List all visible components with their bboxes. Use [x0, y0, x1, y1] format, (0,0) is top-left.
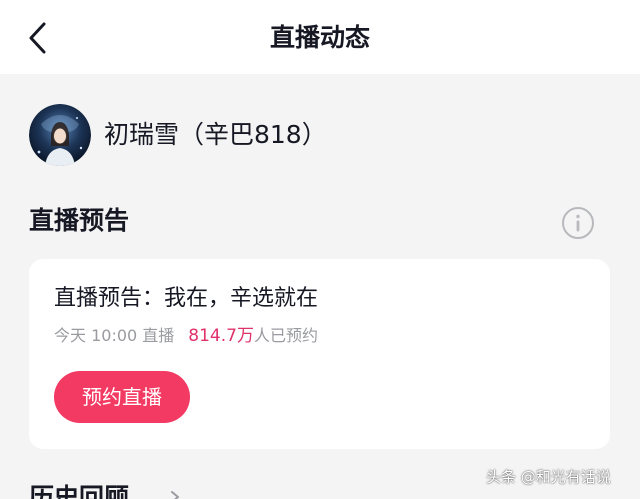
card-meta: 今天 10:00 直播 814.7万人已预约	[54, 323, 318, 349]
card-title: 直播预告：我在，辛选就在	[54, 286, 319, 311]
avatar-image	[29, 104, 91, 166]
section-title-preview: 直播预告	[29, 206, 130, 235]
profile-name[interactable]: 初瑞雪（辛巴818）	[104, 116, 327, 154]
live-preview-card: 直播预告：我在，辛选就在 今天 10:00 直播 814.7万人已预约 预约直播	[29, 259, 610, 449]
reservation-count: 814.7万	[188, 326, 254, 346]
live-time: 今天 10:00 直播	[54, 326, 175, 345]
info-button[interactable]	[560, 205, 596, 241]
reserve-live-button[interactable]: 预约直播	[54, 371, 190, 423]
chevron-right-icon	[171, 491, 179, 499]
avatar[interactable]	[29, 104, 91, 166]
watermark: 头条 @和光有话说	[486, 468, 611, 486]
reservation-suffix: 人已预约	[253, 326, 318, 345]
page-title: 直播动态	[269, 23, 370, 52]
section-title-history[interactable]: 历史回顾	[29, 478, 129, 499]
page: 直播动态 初瑞雪（辛巴818） 直播预告 直播预告：我在，辛选就在 今天 10:…	[0, 0, 640, 499]
header-bar: 直播动态	[0, 0, 640, 74]
info-icon	[562, 207, 594, 239]
